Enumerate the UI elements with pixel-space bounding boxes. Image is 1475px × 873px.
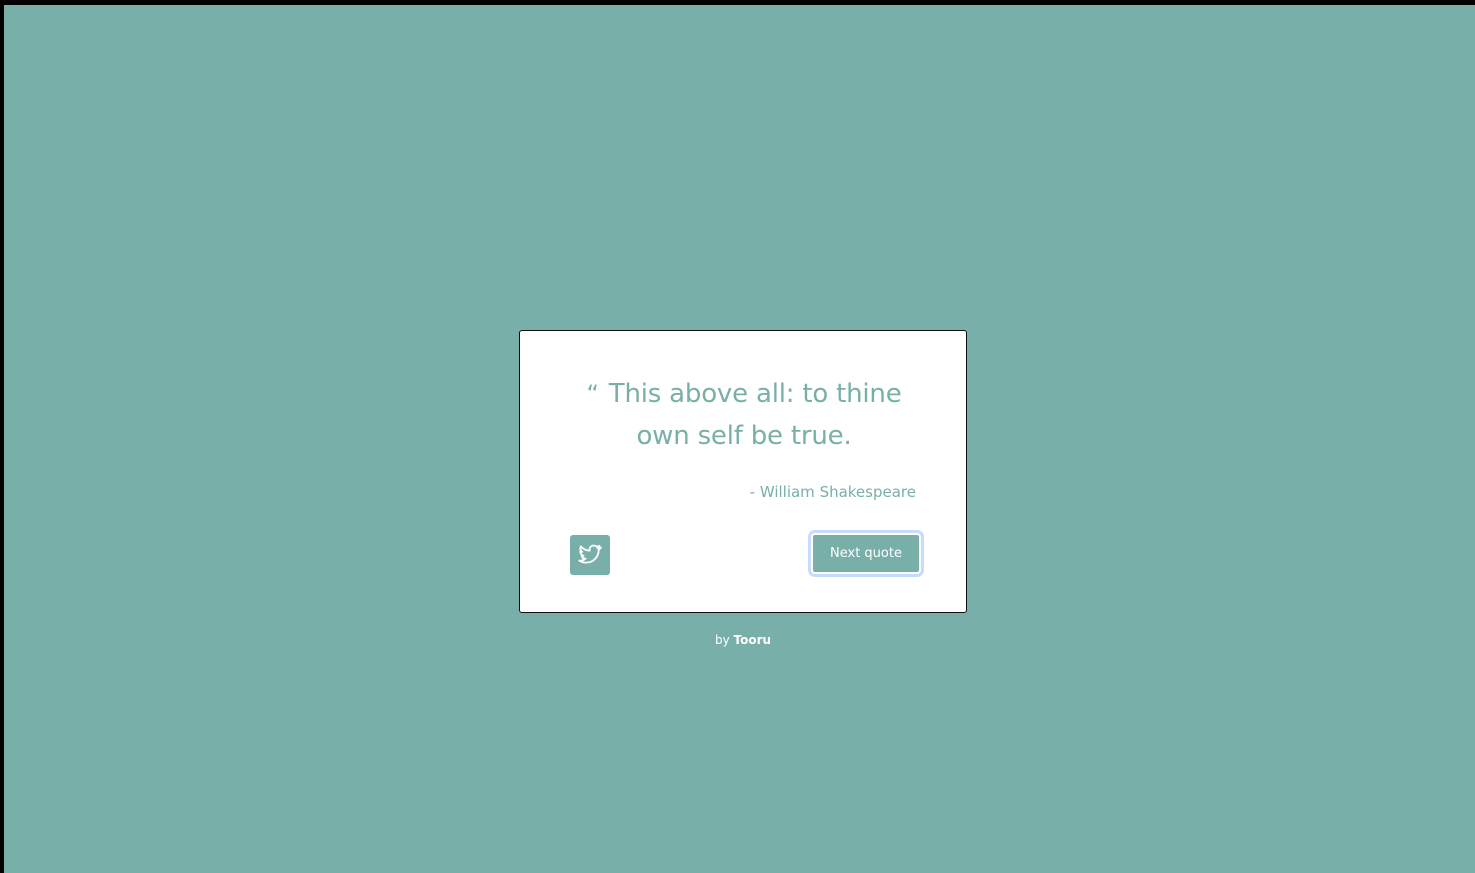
- quote-card: “ This above all: to thine own self be t…: [519, 330, 967, 613]
- tweet-button[interactable]: [570, 535, 610, 575]
- quote-text: This above all: to thine own self be tru…: [608, 379, 902, 451]
- quote-text-block: “ This above all: to thine own self be t…: [570, 373, 918, 457]
- next-quote-button[interactable]: Next quote: [808, 530, 924, 577]
- footer-prefix: by: [714, 633, 730, 647]
- twitter-bird-icon: [578, 543, 602, 567]
- quote-author: - William Shakespeare: [749, 483, 916, 501]
- footer-credit: by Tooru: [519, 633, 967, 647]
- page-background: “ This above all: to thine own self be t…: [4, 5, 1475, 873]
- footer-author-link[interactable]: Tooru: [734, 633, 772, 647]
- quote-mark-icon: “: [586, 380, 599, 408]
